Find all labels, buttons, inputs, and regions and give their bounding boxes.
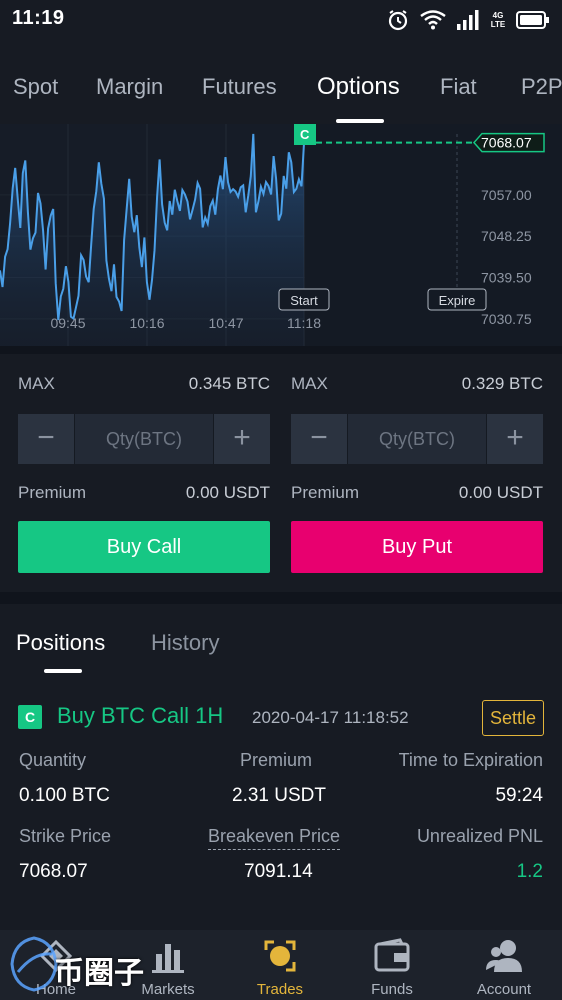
put-premium-value: 0.00 USDT	[458, 483, 543, 502]
tab-fiat[interactable]: Fiat	[440, 74, 477, 100]
pnl-value: 1.2	[516, 861, 543, 882]
nav-trades[interactable]: Trades	[224, 930, 336, 1000]
active-tab-indicator	[336, 119, 384, 123]
settle-button[interactable]: Settle	[482, 700, 544, 736]
put-column: MAX 0.329 BTC − + Premium 0.00 USDT Buy …	[291, 354, 543, 592]
wifi-icon	[420, 10, 446, 30]
wallet-icon	[374, 938, 410, 972]
put-qty-input[interactable]	[347, 414, 487, 464]
x-tick-label: 09:45	[50, 315, 85, 331]
position-title: Buy BTC Call 1H	[57, 703, 224, 728]
current-price-label: 7068.07	[481, 135, 532, 151]
expiration-value: 59:24	[495, 785, 543, 806]
y-tick-label: 7057.00	[481, 187, 532, 203]
watermark: 币圈子	[4, 932, 152, 996]
nav-account-label: Account	[476, 981, 532, 998]
product-tabs: Spot Margin Futures Options Fiat P2P	[0, 40, 562, 124]
battery-icon	[516, 11, 549, 29]
pnl-label: Unrealized PNL	[416, 826, 543, 846]
trade-panel: MAX 0.345 BTC − + Premium 0.00 USDT Buy …	[0, 354, 562, 592]
call-max-value: 0.345 BTC	[188, 374, 270, 393]
status-bar: 11:19 4G LTE	[0, 0, 562, 40]
x-tick-label: 10:47	[208, 315, 243, 331]
nav-funds-label: Funds	[371, 981, 413, 998]
position-timestamp: 2020-04-17 11:18:52	[252, 708, 409, 727]
expiration-label: Time to Expiration	[398, 750, 543, 770]
call-premium-label: Premium	[18, 483, 87, 502]
positions-tab-indicator	[44, 669, 82, 673]
tab-futures[interactable]: Futures	[202, 74, 277, 100]
premium-value: 2.31 USDT	[232, 785, 326, 806]
tab-history[interactable]: History	[151, 630, 219, 656]
markets-icon	[152, 944, 184, 973]
put-increase-button[interactable]: +	[487, 414, 543, 464]
tab-positions[interactable]: Positions	[16, 630, 105, 656]
call-qty-stepper: − +	[18, 414, 270, 464]
x-tick-label: 11:18	[287, 315, 321, 331]
watermark-text: 币圈子	[54, 956, 144, 991]
price-chart[interactable]: 7068.07 C 7057.00 7048.25 7039.50 7030.75 09:4…	[0, 124, 562, 346]
alarm-icon	[388, 10, 408, 31]
price-chart-svg: 7068.07 C 7057.00 7048.25 7039.50 7030.75 09:4…	[0, 124, 562, 346]
nav-funds[interactable]: Funds	[336, 930, 448, 1000]
put-max-label: MAX	[291, 374, 328, 393]
network-badge: 4G LTE	[490, 11, 506, 29]
status-icons: 4G LTE	[386, 8, 550, 32]
call-max-label: MAX	[18, 374, 55, 393]
tab-spot[interactable]: Spot	[13, 74, 58, 100]
call-decrease-button[interactable]: −	[18, 414, 74, 464]
tab-p2p[interactable]: P2P	[521, 74, 562, 100]
call-increase-button[interactable]: +	[214, 414, 270, 464]
account-icon	[486, 940, 522, 972]
breakeven-label[interactable]: Breakeven Price	[208, 826, 341, 850]
premium-label: Premium	[240, 750, 313, 770]
x-tick-label: 10:16	[129, 315, 164, 331]
call-qty-input[interactable]	[74, 414, 214, 464]
put-qty-stepper: − +	[291, 414, 543, 464]
nav-account[interactable]: Account	[448, 930, 560, 1000]
status-time: 11:19	[12, 7, 65, 29]
call-marker-label: C	[300, 127, 310, 142]
trades-icon	[264, 940, 296, 972]
y-tick-label: 7039.50	[481, 270, 532, 286]
call-column: MAX 0.345 BTC − + Premium 0.00 USDT Buy …	[18, 354, 270, 592]
call-badge: C	[18, 705, 42, 729]
put-premium-label: Premium	[291, 483, 360, 502]
positions-panel: Positions History C Buy BTC Call 1H 2020…	[0, 604, 562, 930]
put-max-value: 0.329 BTC	[461, 374, 543, 393]
buy-call-button[interactable]: Buy Call	[18, 521, 270, 573]
quantity-label: Quantity	[19, 750, 87, 770]
nav-trades-label: Trades	[256, 981, 304, 998]
buy-put-button[interactable]: Buy Put	[291, 521, 543, 573]
strike-label: Strike Price	[19, 826, 112, 846]
strike-value: 7068.07	[19, 861, 88, 882]
y-tick-label: 7030.75	[481, 311, 532, 327]
put-decrease-button[interactable]: −	[291, 414, 347, 464]
tab-margin[interactable]: Margin	[96, 74, 163, 100]
quantity-value: 0.100 BTC	[19, 785, 110, 806]
signal-icon	[457, 10, 479, 30]
call-premium-value: 0.00 USDT	[185, 483, 270, 502]
tab-options[interactable]: Options	[317, 73, 400, 101]
breakeven-value: 7091.14	[244, 861, 313, 882]
y-tick-label: 7048.25	[481, 228, 532, 244]
expire-marker-label: Expire	[439, 293, 476, 308]
start-marker-label: Start	[290, 293, 318, 308]
